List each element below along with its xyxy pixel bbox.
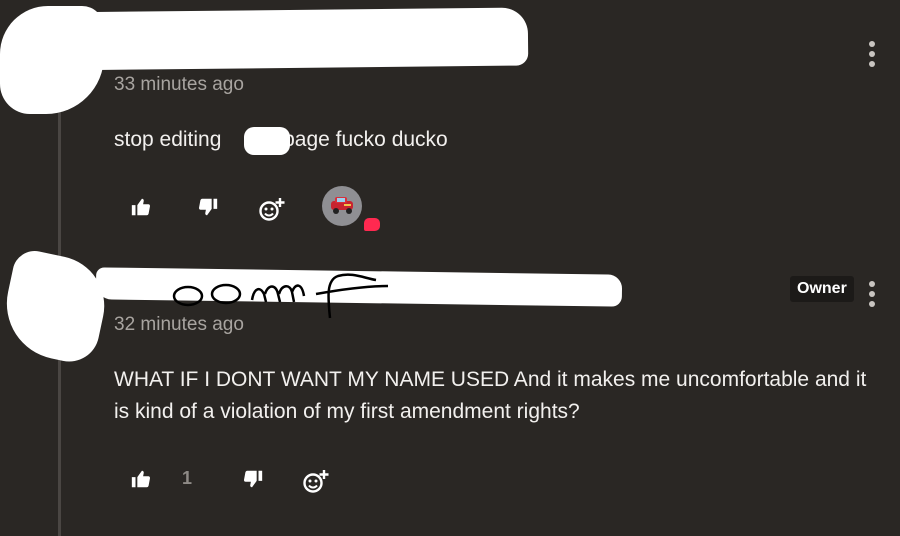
thumbs-up-icon[interactable] — [130, 196, 154, 220]
creator-heart-avatar[interactable] — [322, 186, 362, 226]
heart-badge-icon — [364, 218, 380, 231]
add-emoji-icon[interactable] — [302, 468, 329, 493]
redaction-scribble-avatar — [0, 246, 114, 368]
comment-text: WHAT IF I DONT WANT MY NAME USED And it … — [114, 368, 867, 423]
add-emoji-icon[interactable] — [258, 196, 285, 221]
comment-text-part: stop editing — [114, 128, 222, 151]
comment-text-part: page fucko ducko — [283, 128, 448, 151]
comments-page: h 33 minutes ago stop editing page fucko… — [0, 0, 900, 536]
owner-badge: Owner — [790, 276, 854, 302]
redaction-scribble-name — [43, 7, 529, 71]
more-options-icon[interactable] — [867, 41, 877, 67]
redaction-scribble-word — [244, 127, 290, 155]
more-options-icon[interactable] — [867, 281, 877, 307]
like-count: 1 — [182, 468, 193, 488]
thumbs-down-icon[interactable] — [197, 196, 221, 220]
comment-timestamp[interactable]: 33 minutes ago — [114, 74, 244, 96]
thumbs-down-icon[interactable] — [242, 468, 266, 492]
comment-timestamp[interactable]: 32 minutes ago — [114, 314, 244, 336]
thumbs-up-icon[interactable] — [130, 468, 154, 492]
